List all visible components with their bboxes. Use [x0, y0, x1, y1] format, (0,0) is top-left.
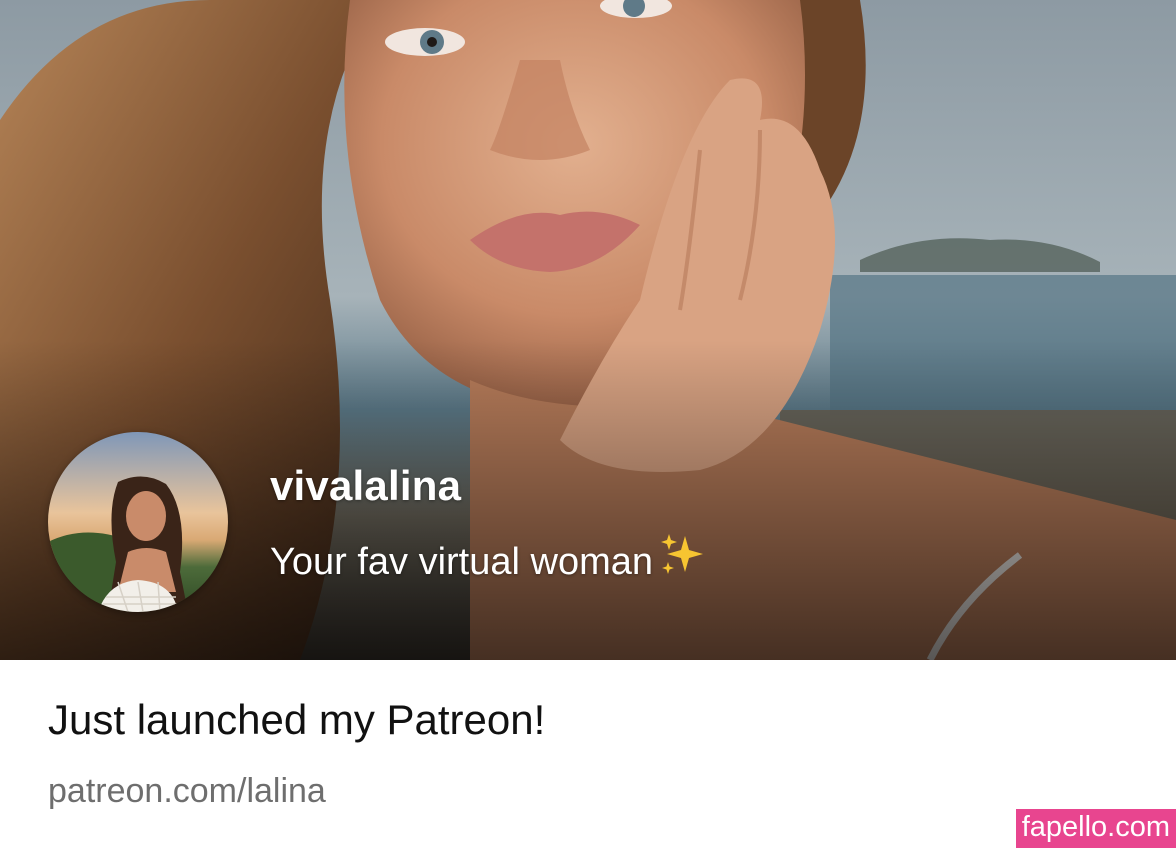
profile-tagline-text: Your fav virtual woman	[270, 541, 654, 583]
post-headline[interactable]: Just launched my Patreon!	[48, 696, 545, 744]
profile-tagline: Your fav virtual woman	[270, 532, 705, 588]
cover-banner: vivalalina Your fav virtual woman	[0, 0, 1176, 660]
sparkles-icon	[659, 532, 705, 588]
avatar[interactable]	[48, 432, 228, 612]
link-url[interactable]: patreon.com/lalina	[48, 772, 326, 811]
link-preview-card[interactable]: vivalalina Your fav virtual woman Just l…	[0, 0, 1176, 852]
profile-name[interactable]: vivalalina	[270, 462, 461, 510]
watermark-badge: fapello.com	[1015, 809, 1176, 848]
